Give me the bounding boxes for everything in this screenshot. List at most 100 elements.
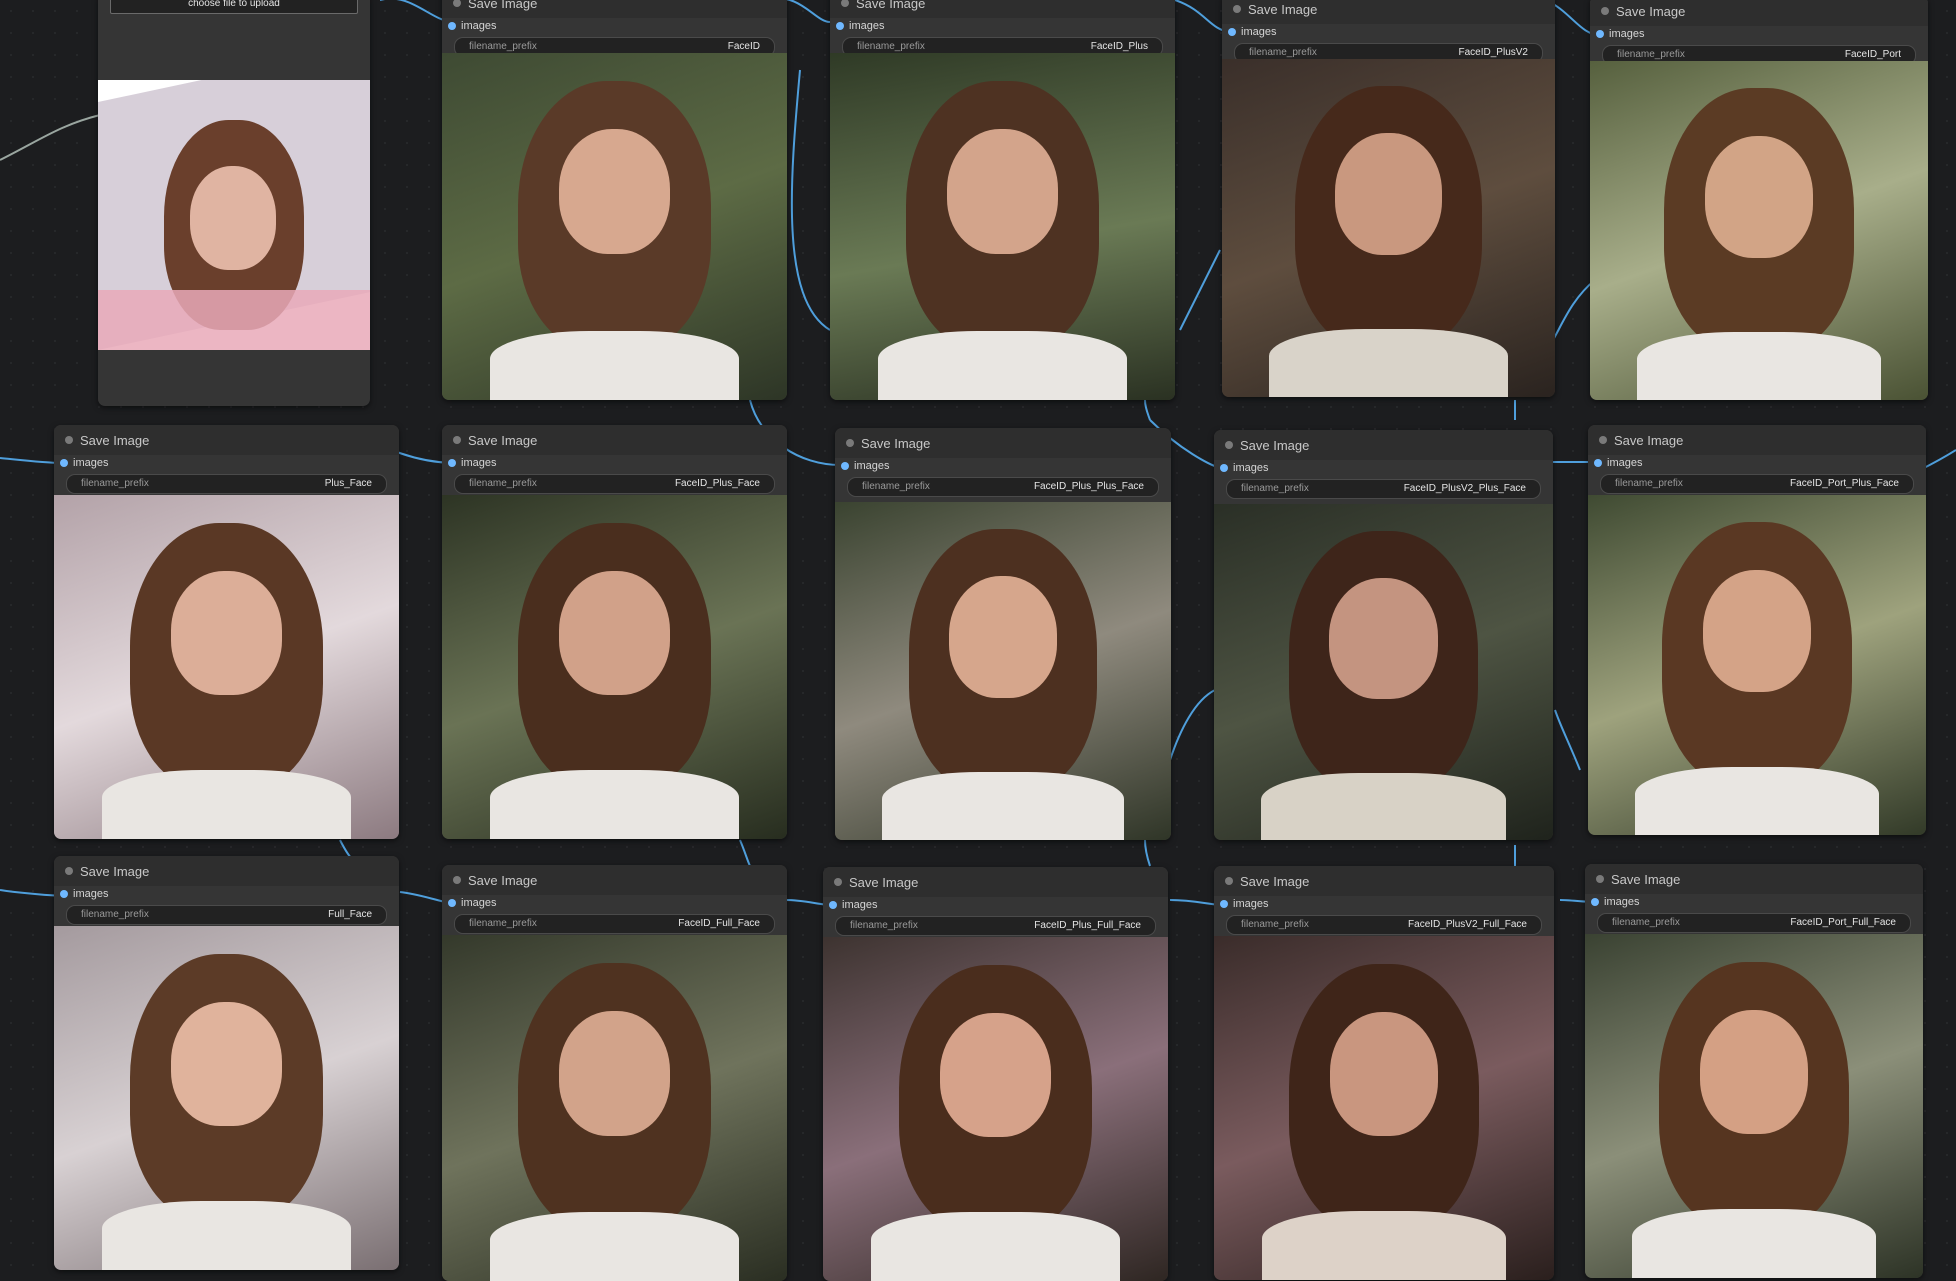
- save-image-node[interactable]: Save Image images filename_prefix FaceID: [442, 0, 787, 400]
- collapse-dot-icon[interactable]: [1599, 436, 1607, 444]
- input-dot-icon[interactable]: [448, 22, 456, 30]
- collapse-dot-icon[interactable]: [841, 0, 849, 7]
- node-title: Save Image: [468, 433, 538, 448]
- input-dot-icon[interactable]: [1596, 30, 1604, 38]
- choose-file-button[interactable]: choose file to upload: [110, 0, 358, 14]
- input-slot-images[interactable]: images: [1222, 24, 1555, 41]
- node-title: Save Image: [468, 0, 538, 11]
- input-dot-icon[interactable]: [1594, 459, 1602, 467]
- node-header[interactable]: Save Image: [442, 865, 787, 895]
- node-header[interactable]: Save Image: [1585, 864, 1923, 894]
- widget-value: Full_Face: [328, 909, 372, 920]
- collapse-dot-icon[interactable]: [1601, 7, 1609, 15]
- collapse-dot-icon[interactable]: [1225, 877, 1233, 885]
- slot-label: images: [1609, 28, 1645, 40]
- collapse-dot-icon[interactable]: [65, 436, 73, 444]
- input-slot-images[interactable]: images: [54, 886, 399, 903]
- filename-prefix-field[interactable]: filename_prefix FaceID_Port_Full_Face: [1597, 913, 1911, 933]
- filename-prefix-field[interactable]: filename_prefix FaceID_Plus_Full_Face: [835, 916, 1156, 936]
- filename-prefix-field[interactable]: filename_prefix FaceID_Plus_Plus_Face: [847, 477, 1159, 497]
- node-header[interactable]: Save Image: [830, 0, 1175, 18]
- node-header[interactable]: Save Image: [823, 867, 1168, 897]
- node-header[interactable]: Save Image: [1222, 0, 1555, 24]
- input-dot-icon[interactable]: [1591, 898, 1599, 906]
- save-image-node[interactable]: Save Image images filename_prefix FaceID…: [1222, 0, 1555, 397]
- input-dot-icon[interactable]: [1228, 28, 1236, 36]
- input-dot-icon[interactable]: [1220, 900, 1228, 908]
- widget-value: FaceID_Port_Full_Face: [1790, 917, 1896, 928]
- widget-value: FaceID_Port: [1844, 49, 1901, 60]
- input-dot-icon[interactable]: [448, 899, 456, 907]
- collapse-dot-icon[interactable]: [453, 0, 461, 7]
- widget-value: FaceID_Port_Plus_Face: [1790, 478, 1899, 489]
- widget-label: filename_prefix: [1612, 917, 1680, 928]
- collapse-dot-icon[interactable]: [453, 436, 461, 444]
- input-slot-images[interactable]: images: [54, 455, 399, 472]
- image-preview: [442, 53, 787, 400]
- filename-prefix-field[interactable]: filename_prefix FaceID_Plus_Face: [454, 474, 775, 494]
- input-slot-images[interactable]: images: [442, 18, 787, 35]
- filename-prefix-field[interactable]: filename_prefix Plus_Face: [66, 474, 387, 494]
- filename-prefix-field[interactable]: filename_prefix FaceID_Full_Face: [454, 914, 775, 934]
- save-image-node[interactable]: Save Image images filename_prefix FaceID…: [1214, 866, 1554, 1280]
- save-image-node[interactable]: Save Image images filename_prefix FaceID…: [442, 865, 787, 1281]
- collapse-dot-icon[interactable]: [65, 867, 73, 875]
- node-header[interactable]: Save Image: [54, 856, 399, 886]
- collapse-dot-icon[interactable]: [1596, 875, 1604, 883]
- input-dot-icon[interactable]: [836, 22, 844, 30]
- input-slot-images[interactable]: images: [830, 18, 1175, 35]
- collapse-dot-icon[interactable]: [1225, 441, 1233, 449]
- filename-prefix-field[interactable]: filename_prefix FaceID_PlusV2_Full_Face: [1226, 915, 1542, 935]
- widget-value: FaceID_PlusV2_Full_Face: [1408, 919, 1527, 930]
- save-image-node[interactable]: Save Image images filename_prefix Plus_F…: [54, 425, 399, 839]
- image-preview: [830, 53, 1175, 400]
- node-header[interactable]: Save Image: [442, 425, 787, 455]
- input-dot-icon[interactable]: [829, 901, 837, 909]
- input-slot-images[interactable]: images: [1590, 26, 1928, 43]
- collapse-dot-icon[interactable]: [834, 878, 842, 886]
- input-dot-icon[interactable]: [448, 459, 456, 467]
- input-dot-icon[interactable]: [1220, 464, 1228, 472]
- load-image-node[interactable]: choose file to upload: [98, 0, 370, 406]
- input-dot-icon[interactable]: [60, 890, 68, 898]
- input-slot-images[interactable]: images: [442, 455, 787, 472]
- input-slot-images[interactable]: images: [835, 458, 1171, 475]
- node-header[interactable]: Save Image: [835, 428, 1171, 458]
- input-slot-images[interactable]: images: [1214, 896, 1554, 913]
- save-image-node[interactable]: Save Image images filename_prefix FaceID…: [1214, 430, 1553, 840]
- filename-prefix-field[interactable]: filename_prefix Full_Face: [66, 905, 387, 925]
- widget-label: filename_prefix: [1241, 919, 1309, 930]
- input-slot-images[interactable]: images: [1588, 455, 1926, 472]
- input-slot-images[interactable]: images: [442, 895, 787, 912]
- filename-prefix-field[interactable]: filename_prefix FaceID_PlusV2_Plus_Face: [1226, 479, 1541, 499]
- node-header[interactable]: Save Image: [1214, 430, 1553, 460]
- node-header[interactable]: Save Image: [54, 425, 399, 455]
- widget-value: FaceID: [727, 41, 760, 52]
- node-header[interactable]: Save Image: [1588, 425, 1926, 455]
- save-image-node[interactable]: Save Image images filename_prefix FaceID…: [835, 428, 1171, 840]
- collapse-dot-icon[interactable]: [1233, 5, 1241, 13]
- save-image-node[interactable]: Save Image images filename_prefix Full_F…: [54, 856, 399, 1270]
- collapse-dot-icon[interactable]: [453, 876, 461, 884]
- save-image-node[interactable]: Save Image images filename_prefix FaceID…: [830, 0, 1175, 400]
- save-image-node[interactable]: Save Image images filename_prefix FaceID…: [1590, 0, 1928, 400]
- filename-prefix-field[interactable]: filename_prefix FaceID_Port_Plus_Face: [1600, 474, 1914, 494]
- save-image-node[interactable]: Save Image images filename_prefix FaceID…: [823, 867, 1168, 1281]
- input-slot-images[interactable]: images: [1585, 894, 1923, 911]
- node-header[interactable]: Save Image: [442, 0, 787, 18]
- collapse-dot-icon[interactable]: [846, 439, 854, 447]
- image-preview: [1588, 495, 1926, 835]
- widget-value: FaceID_PlusV2_Plus_Face: [1403, 483, 1526, 494]
- input-dot-icon[interactable]: [841, 462, 849, 470]
- image-preview: [1585, 934, 1923, 1278]
- save-image-node[interactable]: Save Image images filename_prefix FaceID…: [1585, 864, 1923, 1278]
- node-header[interactable]: Save Image: [1590, 0, 1928, 26]
- input-dot-icon[interactable]: [60, 459, 68, 467]
- save-image-node[interactable]: Save Image images filename_prefix FaceID…: [1588, 425, 1926, 835]
- node-header[interactable]: Save Image: [1214, 866, 1554, 896]
- node-title: Save Image: [861, 436, 931, 451]
- input-slot-images[interactable]: images: [823, 897, 1168, 914]
- widget-label: filename_prefix: [1241, 483, 1309, 494]
- input-slot-images[interactable]: images: [1214, 460, 1553, 477]
- save-image-node[interactable]: Save Image images filename_prefix FaceID…: [442, 425, 787, 839]
